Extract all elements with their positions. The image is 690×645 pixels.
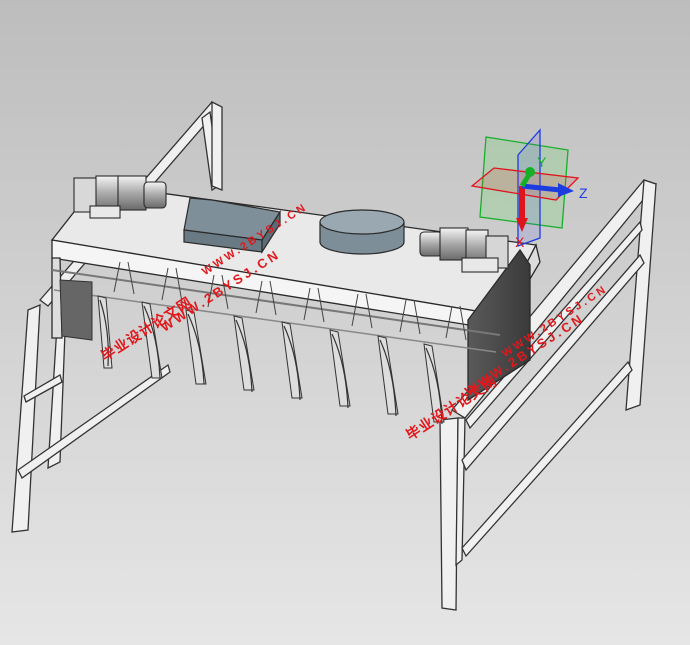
cad-viewport[interactable]: X Y Z 毕业设计论文网 WWW.2BYSJ.CN WWW.2BYSJ.CN … <box>0 0 690 645</box>
triad-y-label: Y <box>537 154 547 170</box>
cylindrical-tank <box>319 209 405 255</box>
triad-x-label: X <box>515 234 525 250</box>
triad-z-label: Z <box>579 185 588 201</box>
axis-triad[interactable] <box>470 128 580 247</box>
